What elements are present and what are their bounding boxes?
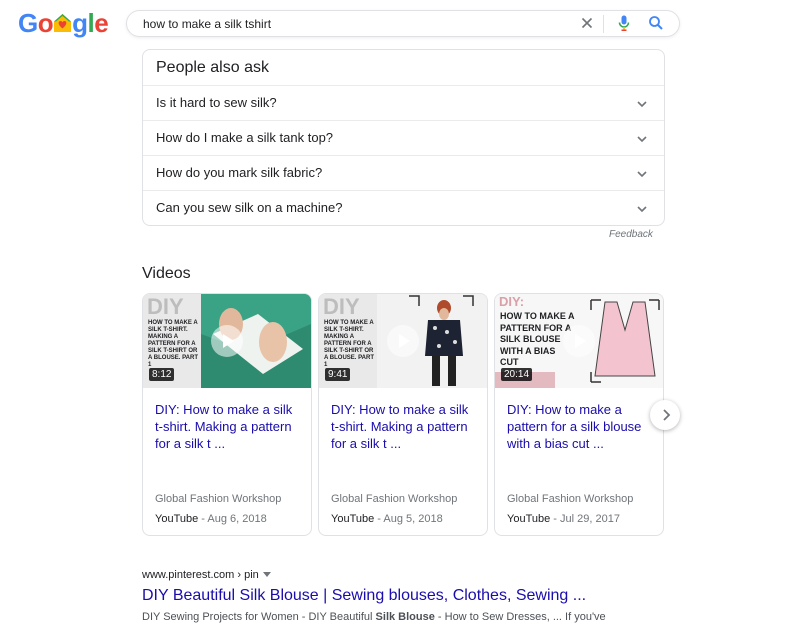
- videos-heading: Videos: [142, 265, 191, 282]
- question-row[interactable]: Can you sew silk on a machine?: [143, 190, 664, 225]
- doodle-house-icon: [53, 10, 72, 32]
- result-snippet: DIY Sewing Projects for Women - DIY Beau…: [142, 611, 606, 623]
- video-channel: Global Fashion Workshop: [155, 493, 282, 505]
- video-thumbnail[interactable]: DIY: HOW TO MAKE A PATTERN FOR A SILK BL…: [495, 294, 663, 388]
- question-text: Can you sew silk on a machine?: [156, 200, 343, 215]
- chevron-down-icon: [635, 167, 649, 186]
- top-bar: Go gle: [0, 0, 793, 48]
- video-card[interactable]: DIY HOW TO MAKE A SILK T-SHIRT. MAKING A…: [142, 293, 312, 536]
- result-url: www.pinterest.com › pin: [142, 569, 271, 581]
- play-icon: [211, 325, 243, 357]
- video-thumbnail[interactable]: DIY HOW TO MAKE A SILK T-SHIRT. MAKING A…: [143, 294, 311, 388]
- question-row[interactable]: Is it hard to sew silk?: [143, 85, 664, 120]
- video-card[interactable]: DIY HOW TO MAKE A SILK T-SHIRT. MAKING A…: [318, 293, 488, 536]
- next-videos-button[interactable]: [650, 400, 680, 430]
- search-divider: [603, 15, 604, 33]
- video-thumbnail[interactable]: DIY HOW TO MAKE A SILK T-SHIRT. MAKING A…: [319, 294, 487, 388]
- search-input[interactable]: [143, 16, 563, 32]
- chevron-right-icon: [660, 408, 672, 427]
- video-duration: 9:41: [325, 368, 351, 381]
- video-meta: YouTube - Jul 29, 2017: [507, 513, 620, 525]
- chevron-down-icon: [635, 132, 649, 151]
- play-icon: [387, 325, 419, 357]
- search-icon[interactable]: [648, 14, 664, 37]
- clear-icon[interactable]: [578, 14, 596, 37]
- video-title-link[interactable]: DIY: How to make a silk t-shirt. Making …: [155, 401, 303, 452]
- video-meta: YouTube - Aug 6, 2018: [155, 513, 267, 525]
- question-row[interactable]: How do you mark silk fabric?: [143, 155, 664, 190]
- video-title-link[interactable]: DIY: How to make a pattern for a silk bl…: [507, 401, 655, 452]
- question-text: Is it hard to sew silk?: [156, 95, 277, 110]
- chevron-down-icon: [635, 202, 649, 221]
- google-logo[interactable]: Go gle: [18, 9, 109, 37]
- video-channel: Global Fashion Workshop: [331, 493, 458, 505]
- question-row[interactable]: How do I make a silk tank top?: [143, 120, 664, 155]
- video-title-link[interactable]: DIY: How to make a silk t-shirt. Making …: [331, 401, 479, 452]
- feedback-link[interactable]: Feedback: [609, 229, 653, 240]
- video-duration: 20:14: [501, 368, 533, 381]
- question-text: How do you mark silk fabric?: [156, 165, 323, 180]
- video-duration: 8:12: [149, 368, 175, 381]
- chevron-down-icon: [635, 97, 649, 116]
- video-channel: Global Fashion Workshop: [507, 493, 634, 505]
- question-text: How do I make a silk tank top?: [156, 130, 334, 145]
- play-icon: [563, 325, 595, 357]
- people-also-ask-title: People also ask: [156, 59, 269, 76]
- caret-down-icon[interactable]: [262, 572, 271, 577]
- result-title-link[interactable]: DIY Beautiful Silk Blouse | Sewing blous…: [142, 587, 586, 605]
- video-meta: YouTube - Aug 5, 2018: [331, 513, 443, 525]
- video-card[interactable]: DIY: HOW TO MAKE A PATTERN FOR A SILK BL…: [494, 293, 664, 536]
- microphone-icon[interactable]: [616, 14, 632, 37]
- people-also-ask-panel: People also ask Is it hard to sew silk? …: [142, 49, 665, 226]
- search-box: [126, 10, 680, 37]
